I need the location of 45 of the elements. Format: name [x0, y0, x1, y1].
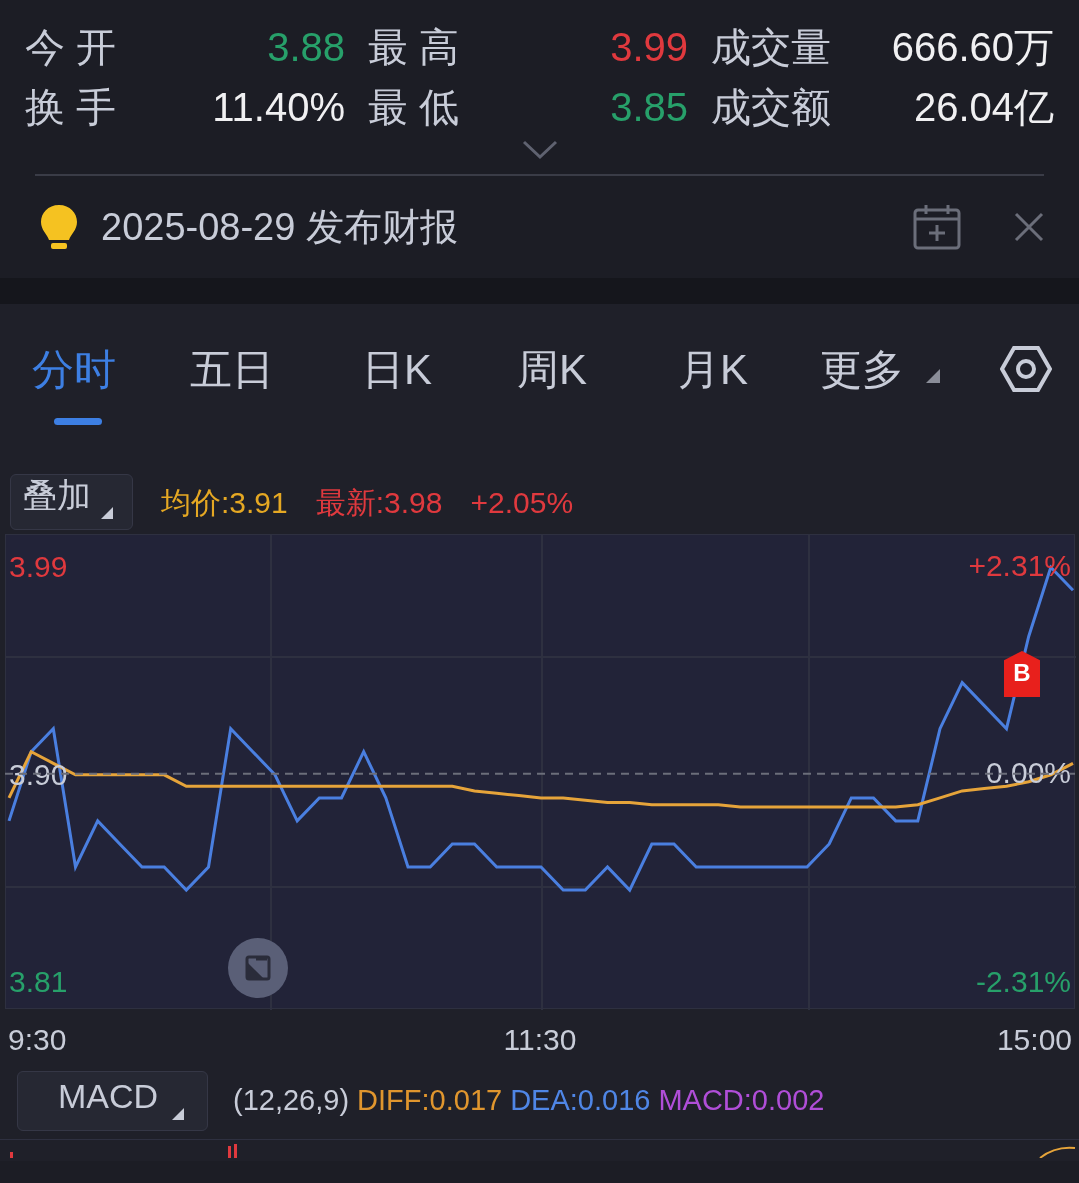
x-axis-label: 9:30 — [8, 1022, 67, 1058]
chart-tab[interactable]: 更多 — [820, 329, 990, 409]
stat-label: 成交额 — [710, 84, 832, 130]
stat-label: 今 开 — [25, 24, 118, 70]
stat-value: 666.60万 — [890, 24, 1054, 70]
expand-icon[interactable] — [228, 938, 288, 998]
chart-tab[interactable]: 分时 — [32, 329, 190, 409]
chevron-down-icon[interactable] — [521, 140, 558, 160]
indicator-params: (12,26,9) — [233, 1083, 350, 1119]
percent-label: -2.31% — [975, 965, 1071, 999]
percent-label: +2.31% — [968, 549, 1071, 583]
legend-value: +2.05% — [470, 484, 574, 521]
x-axis-label: 15:00 — [996, 1022, 1072, 1058]
chart-tab[interactable]: 五日 — [190, 329, 362, 409]
chart-tab[interactable]: 月K — [678, 329, 820, 409]
calendar-add-icon[interactable] — [912, 203, 962, 251]
chart-tab[interactable]: 周K — [517, 329, 678, 409]
stat-label: 最 高 — [367, 24, 461, 70]
settings-icon[interactable] — [1000, 345, 1052, 393]
chart-tab[interactable]: 日K — [362, 329, 517, 409]
x-axis-label: 11:30 — [503, 1022, 577, 1058]
stat-value: 26.04亿 — [912, 84, 1054, 130]
legend-value: 均价:3.91 — [161, 484, 288, 521]
stat-label: 最 低 — [367, 84, 461, 130]
stat-value: 3.85 — [609, 84, 688, 130]
indicator-dropdown[interactable]: MACD — [17, 1071, 208, 1131]
tab-underline — [54, 418, 102, 425]
stat-value: 11.40% — [211, 84, 345, 130]
stat-value: 3.88 — [266, 24, 345, 70]
y-axis-label: 3.99 — [9, 550, 68, 585]
stat-value: 3.99 — [609, 24, 688, 70]
dropdown-triangle-icon — [172, 1108, 185, 1120]
close-icon[interactable] — [1014, 212, 1044, 242]
y-axis-label: 3.81 — [9, 965, 68, 999]
indicator-value: MACD:0.002 — [658, 1084, 825, 1117]
buy-marker: B — [1004, 651, 1040, 697]
indicator-value: DIFF:0.017 — [357, 1084, 503, 1117]
overlay-dropdown[interactable]: 叠加 — [10, 474, 133, 530]
lightbulb-icon — [39, 203, 79, 251]
dropdown-triangle-icon — [101, 507, 113, 519]
legend-value: 最新:3.98 — [315, 484, 443, 521]
stat-label: 换 手 — [25, 84, 118, 130]
stat-label: 成交量 — [710, 24, 832, 70]
indicator-value: DEA:0.016 — [510, 1084, 651, 1117]
notice-text: 2025-08-29 发布财报 — [101, 204, 458, 250]
